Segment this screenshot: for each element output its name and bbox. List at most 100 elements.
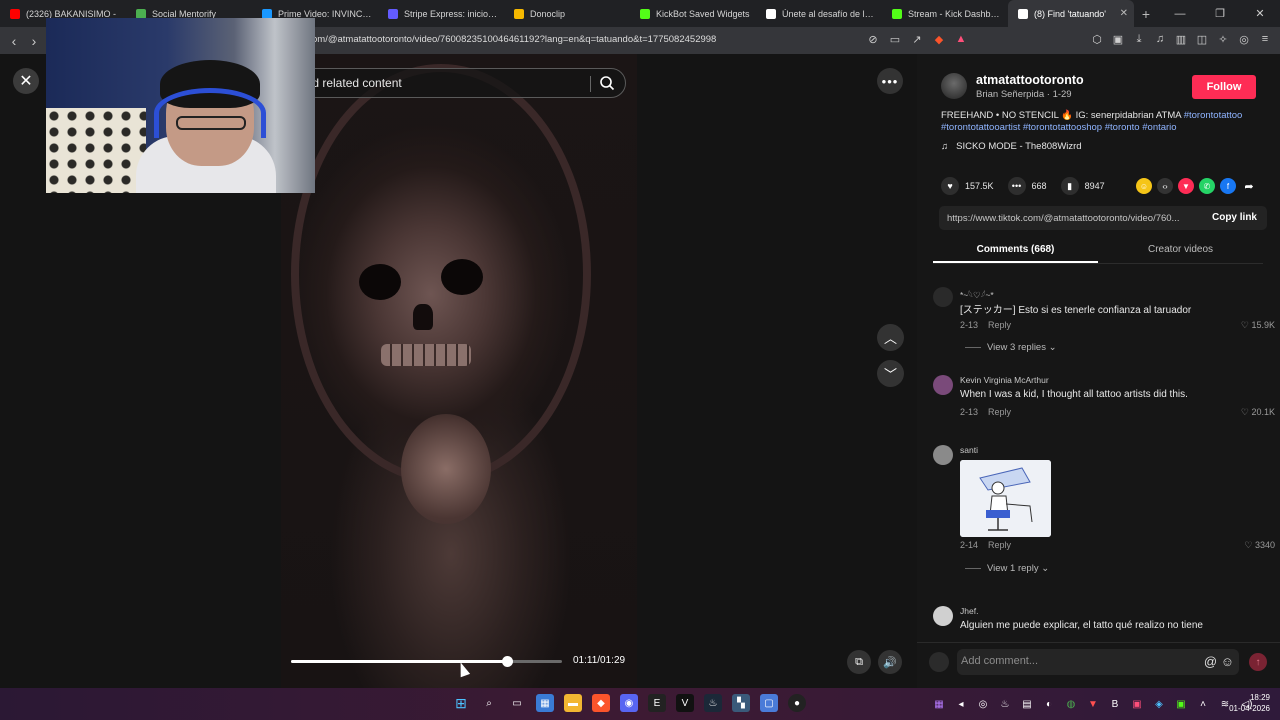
browser-tab-active[interactable]: (8) Find 'tatuando' ✕	[1008, 0, 1134, 27]
tray-app-icon[interactable]: ◈	[1150, 695, 1168, 713]
close-tab-icon[interactable]: ✕	[1114, 8, 1128, 19]
commenter-name[interactable]: Jhef.	[960, 606, 978, 616]
facebook-icon[interactable]: f	[1220, 178, 1236, 194]
comment-icon[interactable]: •••	[1007, 177, 1026, 195]
bookmark-icon[interactable]: ▮	[1060, 177, 1079, 195]
creator-avatar[interactable]	[941, 73, 967, 99]
commenter-avatar[interactable]	[933, 287, 953, 307]
url-field[interactable]: om/@atmatattootoronto/video/760082351004…	[312, 34, 716, 45]
view-replies-button[interactable]: View 1 reply ⌄	[965, 563, 1049, 574]
tray-app-icon[interactable]: ▤	[1018, 695, 1036, 713]
reply-button[interactable]: Reply	[988, 320, 1011, 330]
video-link-box[interactable]: https://www.tiktok.com/@atmatattootoront…	[939, 206, 1267, 230]
taskbar-clock[interactable]: 18:29 01-04-2026	[1229, 692, 1270, 714]
pip-button[interactable]: ⧉	[847, 650, 871, 674]
comment-input[interactable]: Add comment...	[957, 649, 1239, 675]
download-icon[interactable]: ⤓	[1132, 32, 1146, 46]
app-icon[interactable]: ▢	[760, 694, 778, 712]
browser-tab[interactable]: Donoclip	[504, 0, 630, 27]
back-icon[interactable]: ‹	[4, 33, 24, 49]
windows-start-icon[interactable]: ⊞	[452, 694, 470, 712]
discord-icon[interactable]: ◉	[620, 694, 638, 712]
music-row[interactable]: ♫ SICKO MODE - The808Wizrd	[941, 141, 1082, 152]
video-progress-bar[interactable]	[291, 656, 562, 667]
tray-app-icon[interactable]: ◂	[952, 695, 970, 713]
tray-app-icon[interactable]: B	[1106, 695, 1124, 713]
emoji-icon[interactable]: ☺	[1221, 654, 1234, 669]
send-to-friends-icon[interactable]: ▼	[1178, 178, 1194, 194]
comment-like[interactable]: ♡ 3340	[1244, 540, 1275, 551]
more-options-button[interactable]: •••	[877, 68, 903, 94]
task-view-icon[interactable]: ▭	[508, 694, 526, 712]
extensions-icon[interactable]: ⬡	[1090, 32, 1104, 46]
mute-site-icon[interactable]: ⊘	[866, 32, 880, 46]
tray-app-icon[interactable]: ▣	[1172, 695, 1190, 713]
hashtag-link[interactable]: #toronto	[1105, 122, 1140, 133]
commenter-name[interactable]: santi	[960, 445, 978, 455]
tray-app-icon[interactable]: ▣	[1128, 695, 1146, 713]
send-comment-button[interactable]: ↑	[1249, 653, 1267, 671]
music-ext-icon[interactable]: ♫	[1153, 32, 1167, 46]
close-video-button[interactable]: ✕	[13, 68, 39, 94]
share-icon[interactable]: ↗	[910, 32, 924, 46]
hashtag-link[interactable]: #torontotattooshop	[1023, 122, 1102, 133]
vegas-icon[interactable]: V	[676, 694, 694, 712]
mention-icon[interactable]: @	[1204, 654, 1217, 669]
forward-icon[interactable]: ›	[24, 33, 44, 49]
tab-creator-videos[interactable]: Creator videos	[1098, 240, 1263, 263]
coin-icon[interactable]: ☺	[1136, 178, 1152, 194]
steam-icon[interactable]: ♨	[704, 694, 722, 712]
commenter-name[interactable]: *~𓆩♡𓆪~*	[960, 287, 994, 301]
hashtag-link[interactable]: #torontotattoo	[1184, 110, 1243, 121]
file-explorer-icon[interactable]: ▬	[564, 694, 582, 712]
maximize-icon[interactable]: ❐	[1200, 0, 1240, 27]
brave-rewards-icon[interactable]: ▲	[954, 32, 968, 46]
hashtag-link[interactable]: #ontario	[1142, 122, 1176, 133]
whatsapp-icon[interactable]: ✆	[1199, 178, 1215, 194]
reply-button[interactable]: Reply	[988, 407, 1011, 417]
commenter-avatar[interactable]	[933, 375, 953, 395]
view-replies-button[interactable]: View 3 replies ⌄	[965, 342, 1057, 353]
obs-icon[interactable]: ●	[788, 694, 806, 712]
tray-app-icon[interactable]: ♨	[996, 695, 1014, 713]
tab-comments[interactable]: Comments (668)	[933, 240, 1098, 263]
comment-like[interactable]: ♡ 15.9K	[1241, 320, 1275, 331]
tray-app-icon[interactable]: ▦	[930, 695, 948, 713]
previous-video-button[interactable]: ︿	[877, 324, 904, 351]
brave-shield-icon[interactable]: ◆	[932, 32, 946, 46]
widgets-icon[interactable]: ▦	[536, 694, 554, 712]
search-icon[interactable]	[599, 75, 615, 91]
wallet-icon[interactable]: ◫	[1195, 32, 1209, 46]
heart-icon[interactable]: ♥	[941, 177, 959, 195]
browser-tab[interactable]: Stream - Kick Dashboard	[882, 0, 1008, 27]
commenter-name[interactable]: Kevin Virginia McArthur	[960, 375, 1049, 385]
chevron-up-icon[interactable]: ˄	[1194, 695, 1212, 713]
menu-icon[interactable]: ≡	[1258, 32, 1272, 46]
browser-tab[interactable]: Únete al desafío de la tabl	[756, 0, 882, 27]
copy-link-button[interactable]: Copy link	[1212, 212, 1257, 223]
browser-tab[interactable]: KickBot Saved Widgets	[630, 0, 756, 27]
share-arrow-icon[interactable]: ➦	[1241, 178, 1257, 194]
hashtag-link[interactable]: #torontotattooartist	[941, 122, 1020, 133]
search-icon[interactable]: ⌕	[480, 694, 498, 712]
brave-browser-icon[interactable]: ◆	[592, 694, 610, 712]
volume-button[interactable]: 🔊	[878, 650, 902, 674]
ai-icon[interactable]: ✧	[1216, 32, 1230, 46]
comment-sticker-image[interactable]	[960, 460, 1051, 537]
tray-app-icon[interactable]: ▼	[1084, 695, 1102, 713]
minimize-icon[interactable]: —	[1160, 0, 1200, 27]
creator-username[interactable]: atmatattootoronto	[976, 73, 1084, 87]
related-search-bar[interactable]: ind related content	[290, 68, 626, 98]
tray-app-icon[interactable]: ◐	[1040, 695, 1058, 713]
new-tab-button[interactable]: +	[1134, 0, 1158, 27]
follow-button[interactable]: Follow	[1192, 75, 1256, 99]
close-window-icon[interactable]: ✕	[1240, 0, 1280, 27]
extension-icon[interactable]: ▣	[1111, 32, 1125, 46]
vpn-icon[interactable]: ◎	[1237, 32, 1251, 46]
sidebar-icon[interactable]: ▥	[1174, 32, 1188, 46]
browser-tab[interactable]: Stripe Express: inicio de se	[378, 0, 504, 27]
embed-icon[interactable]: ‹›	[1157, 178, 1173, 194]
tray-app-icon[interactable]: ◎	[974, 695, 992, 713]
video-player[interactable]	[281, 54, 637, 688]
next-video-button[interactable]: ﹀	[877, 360, 904, 387]
